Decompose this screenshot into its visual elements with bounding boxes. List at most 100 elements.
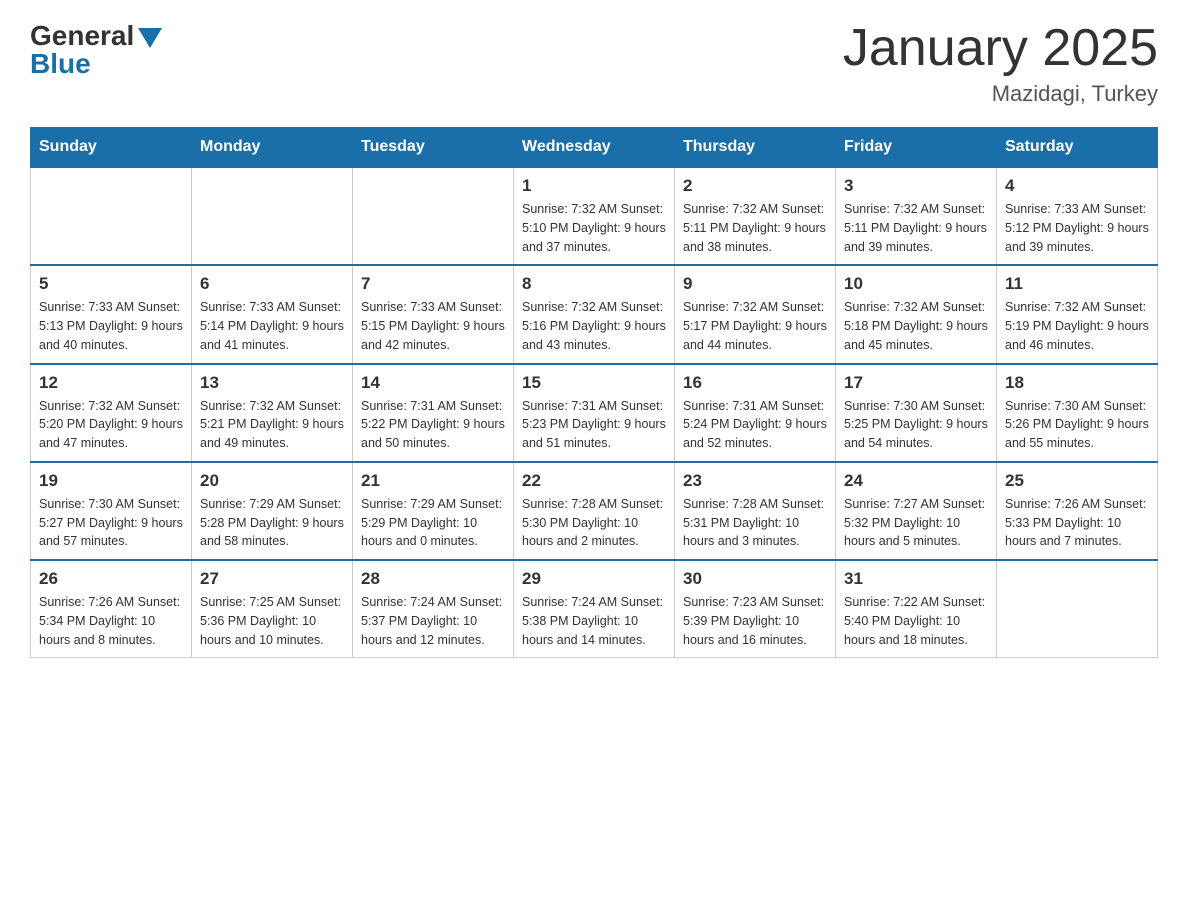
calendar-header-cell: Saturday (997, 128, 1158, 168)
page-header: General Blue January 2025 Mazidagi, Turk… (30, 20, 1158, 107)
day-info: Sunrise: 7:27 AM Sunset: 5:32 PM Dayligh… (844, 495, 988, 551)
day-info: Sunrise: 7:33 AM Sunset: 5:13 PM Dayligh… (39, 298, 183, 354)
day-info: Sunrise: 7:30 AM Sunset: 5:25 PM Dayligh… (844, 397, 988, 453)
calendar-day-cell: 8 Sunrise: 7:32 AM Sunset: 5:16 PM Daylig… (514, 265, 675, 363)
calendar-week-row: 1 Sunrise: 7:32 AM Sunset: 5:10 PM Daylig… (31, 167, 1158, 265)
calendar-day-cell: 10 Sunrise: 7:32 AM Sunset: 5:18 PM Dayli… (836, 265, 997, 363)
day-info: Sunrise: 7:32 AM Sunset: 5:11 PM Dayligh… (683, 200, 827, 256)
calendar-day-cell: 13Sunrise: 7:32 AM Sunset: 5:21 PM Dayli… (192, 364, 353, 462)
logo: General Blue (30, 20, 162, 80)
calendar-day-cell: 18 Sunrise: 7:30 AM Sunset: 5:26 PM Dayli… (997, 364, 1158, 462)
calendar-day-cell: 28 Sunrise: 7:24 AM Sunset: 5:37 PM Dayli… (353, 560, 514, 658)
day-info: Sunrise: 7:32 AM Sunset: 5:18 PM Dayligh… (844, 298, 988, 354)
day-number: 25 (1005, 471, 1149, 491)
day-info: Sunrise: 7:22 AM Sunset: 5:40 PM Dayligh… (844, 593, 988, 649)
day-info: Sunrise: 7:25 AM Sunset: 5:36 PM Dayligh… (200, 593, 344, 649)
calendar-day-cell: 20 Sunrise: 7:29 AM Sunset: 5:28 PM Dayli… (192, 462, 353, 560)
day-info: Sunrise: 7:29 AM Sunset: 5:28 PM Dayligh… (200, 495, 344, 551)
calendar-day-cell: 21Sunrise: 7:29 AM Sunset: 5:29 PM Dayli… (353, 462, 514, 560)
calendar-day-cell: 27 Sunrise: 7:25 AM Sunset: 5:36 PM Dayli… (192, 560, 353, 658)
calendar-day-cell: 11 Sunrise: 7:32 AM Sunset: 5:19 PM Dayli… (997, 265, 1158, 363)
calendar-body: 1 Sunrise: 7:32 AM Sunset: 5:10 PM Daylig… (31, 167, 1158, 658)
day-number: 8 (522, 274, 666, 294)
day-info: Sunrise: 7:31 AM Sunset: 5:22 PM Dayligh… (361, 397, 505, 453)
logo-triangle-icon (138, 28, 162, 48)
page-title: January 2025 (843, 20, 1158, 77)
calendar-day-cell: 7 Sunrise: 7:33 AM Sunset: 5:15 PM Daylig… (353, 265, 514, 363)
logo-blue-text: Blue (30, 48, 91, 80)
day-info: Sunrise: 7:33 AM Sunset: 5:14 PM Dayligh… (200, 298, 344, 354)
day-number: 2 (683, 176, 827, 196)
calendar-day-cell: 25 Sunrise: 7:26 AM Sunset: 5:33 PM Dayli… (997, 462, 1158, 560)
day-number: 30 (683, 569, 827, 589)
calendar-day-cell: 9Sunrise: 7:32 AM Sunset: 5:17 PM Daylig… (675, 265, 836, 363)
day-number: 12 (39, 373, 183, 393)
day-info: Sunrise: 7:24 AM Sunset: 5:38 PM Dayligh… (522, 593, 666, 649)
day-number: 6 (200, 274, 344, 294)
calendar-day-cell: 22Sunrise: 7:28 AM Sunset: 5:30 PM Dayli… (514, 462, 675, 560)
calendar-week-row: 12 Sunrise: 7:32 AM Sunset: 5:20 PM Dayli… (31, 364, 1158, 462)
calendar-header-cell: Monday (192, 128, 353, 168)
day-number: 15 (522, 373, 666, 393)
calendar-day-cell: 29 Sunrise: 7:24 AM Sunset: 5:38 PM Dayli… (514, 560, 675, 658)
page-subtitle: Mazidagi, Turkey (843, 81, 1158, 107)
day-number: 20 (200, 471, 344, 491)
calendar-day-cell: 17 Sunrise: 7:30 AM Sunset: 5:25 PM Dayli… (836, 364, 997, 462)
day-info: Sunrise: 7:31 AM Sunset: 5:23 PM Dayligh… (522, 397, 666, 453)
day-info: Sunrise: 7:26 AM Sunset: 5:34 PM Dayligh… (39, 593, 183, 649)
calendar-day-cell: 3Sunrise: 7:32 AM Sunset: 5:11 PM Daylig… (836, 167, 997, 265)
day-number: 11 (1005, 274, 1149, 294)
day-number: 28 (361, 569, 505, 589)
day-info: Sunrise: 7:32 AM Sunset: 5:20 PM Dayligh… (39, 397, 183, 453)
calendar-day-cell (997, 560, 1158, 658)
calendar-day-cell (192, 167, 353, 265)
calendar-header-cell: Thursday (675, 128, 836, 168)
day-number: 16 (683, 373, 827, 393)
calendar-header-cell: Wednesday (514, 128, 675, 168)
day-number: 17 (844, 373, 988, 393)
day-number: 7 (361, 274, 505, 294)
day-info: Sunrise: 7:33 AM Sunset: 5:15 PM Dayligh… (361, 298, 505, 354)
day-number: 1 (522, 176, 666, 196)
day-info: Sunrise: 7:32 AM Sunset: 5:16 PM Dayligh… (522, 298, 666, 354)
day-info: Sunrise: 7:33 AM Sunset: 5:12 PM Dayligh… (1005, 200, 1149, 256)
day-info: Sunrise: 7:32 AM Sunset: 5:11 PM Dayligh… (844, 200, 988, 256)
day-number: 13 (200, 373, 344, 393)
calendar-header: SundayMondayTuesdayWednesdayThursdayFrid… (31, 128, 1158, 168)
calendar-day-cell: 5 Sunrise: 7:33 AM Sunset: 5:13 PM Daylig… (31, 265, 192, 363)
calendar-day-cell: 24 Sunrise: 7:27 AM Sunset: 5:32 PM Dayli… (836, 462, 997, 560)
calendar-day-cell: 23Sunrise: 7:28 AM Sunset: 5:31 PM Dayli… (675, 462, 836, 560)
day-info: Sunrise: 7:32 AM Sunset: 5:10 PM Dayligh… (522, 200, 666, 256)
calendar-day-cell: 15 Sunrise: 7:31 AM Sunset: 5:23 PM Dayli… (514, 364, 675, 462)
day-info: Sunrise: 7:28 AM Sunset: 5:31 PM Dayligh… (683, 495, 827, 551)
day-number: 27 (200, 569, 344, 589)
day-info: Sunrise: 7:30 AM Sunset: 5:27 PM Dayligh… (39, 495, 183, 551)
day-number: 4 (1005, 176, 1149, 196)
day-number: 14 (361, 373, 505, 393)
calendar-week-row: 26 Sunrise: 7:26 AM Sunset: 5:34 PM Dayli… (31, 560, 1158, 658)
calendar-day-cell: 12 Sunrise: 7:32 AM Sunset: 5:20 PM Dayli… (31, 364, 192, 462)
calendar-day-cell: 31 Sunrise: 7:22 AM Sunset: 5:40 PM Dayli… (836, 560, 997, 658)
day-info: Sunrise: 7:26 AM Sunset: 5:33 PM Dayligh… (1005, 495, 1149, 551)
calendar-day-cell: 6 Sunrise: 7:33 AM Sunset: 5:14 PM Daylig… (192, 265, 353, 363)
calendar-day-cell (353, 167, 514, 265)
day-info: Sunrise: 7:24 AM Sunset: 5:37 PM Dayligh… (361, 593, 505, 649)
day-number: 18 (1005, 373, 1149, 393)
day-number: 26 (39, 569, 183, 589)
calendar-header-row: SundayMondayTuesdayWednesdayThursdayFrid… (31, 128, 1158, 168)
calendar-day-cell: 26 Sunrise: 7:26 AM Sunset: 5:34 PM Dayli… (31, 560, 192, 658)
day-number: 9 (683, 274, 827, 294)
day-info: Sunrise: 7:32 AM Sunset: 5:19 PM Dayligh… (1005, 298, 1149, 354)
calendar-header-cell: Friday (836, 128, 997, 168)
day-info: Sunrise: 7:31 AM Sunset: 5:24 PM Dayligh… (683, 397, 827, 453)
day-info: Sunrise: 7:28 AM Sunset: 5:30 PM Dayligh… (522, 495, 666, 551)
day-number: 24 (844, 471, 988, 491)
day-number: 10 (844, 274, 988, 294)
day-info: Sunrise: 7:29 AM Sunset: 5:29 PM Dayligh… (361, 495, 505, 551)
day-number: 5 (39, 274, 183, 294)
calendar-day-cell: 30Sunrise: 7:23 AM Sunset: 5:39 PM Dayli… (675, 560, 836, 658)
day-number: 31 (844, 569, 988, 589)
day-number: 29 (522, 569, 666, 589)
day-info: Sunrise: 7:30 AM Sunset: 5:26 PM Dayligh… (1005, 397, 1149, 453)
calendar-week-row: 5 Sunrise: 7:33 AM Sunset: 5:13 PM Daylig… (31, 265, 1158, 363)
